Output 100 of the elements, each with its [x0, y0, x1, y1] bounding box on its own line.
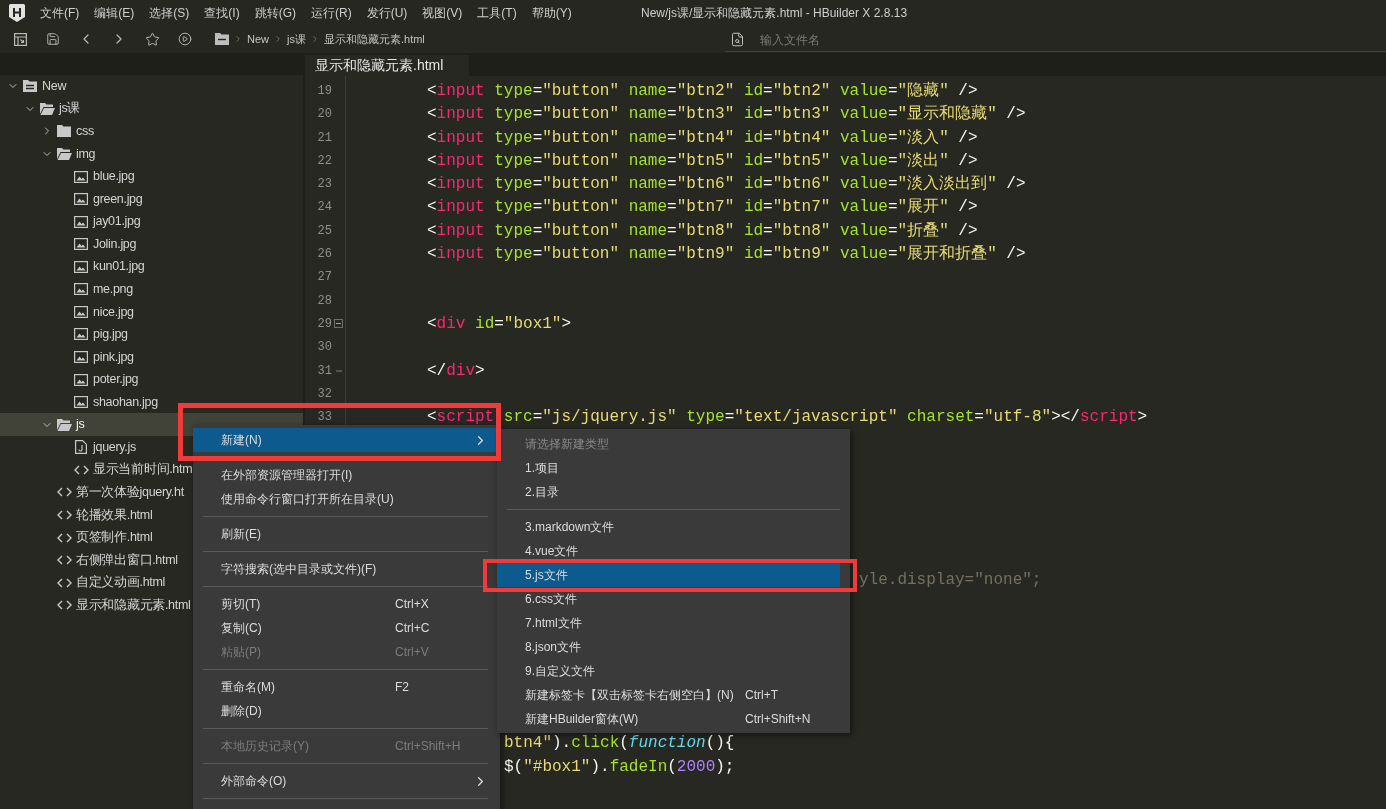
code-icon [56, 487, 72, 498]
code-icon [56, 555, 72, 566]
window-icon[interactable] [13, 32, 27, 46]
menu-item[interactable]: 4.vue文件 [497, 539, 840, 563]
tree-item[interactable]: Jolin.jpg [0, 232, 303, 256]
line-number: 19 [316, 82, 332, 100]
menu-item[interactable]: 重命名(M) F2 [193, 675, 496, 699]
line-number: 20 [316, 106, 332, 124]
menu-item[interactable]: 剪切(T) Ctrl+X [193, 592, 496, 616]
image-icon [74, 328, 88, 341]
code-line: <input type="button" name="btn4" id="btn4" value="淡入" /> [427, 128, 978, 147]
file-icon [75, 440, 87, 455]
image-icon [74, 260, 88, 273]
menu-item[interactable]: 8.json文件 [497, 635, 840, 659]
line-number: 26 [316, 246, 332, 263]
tree-item[interactable]: New [0, 75, 303, 98]
file-search-icon [730, 32, 745, 47]
menu-item[interactable]: 刷新(E) [193, 522, 496, 546]
line-number: 28 [316, 292, 332, 310]
image-icon [74, 170, 88, 183]
image-icon [74, 396, 88, 409]
code-line: </div> [427, 361, 485, 380]
menu-bar-item[interactable]: 帮助(Y) [524, 0, 579, 25]
breadcrumb-item[interactable]: New [247, 30, 269, 48]
code-line: <input type="button" name="btn2" id="btn2" value="隐藏" /> [427, 81, 978, 100]
breadcrumb-item[interactable]: js课 [287, 30, 306, 48]
code-line: <input type="button" name="btn5" id="btn5" value="淡出" /> [427, 151, 978, 170]
code-line: <input type="button" name="btn6" id="btn6" value="淡入淡出到" /> [427, 175, 1026, 194]
menu-bar-item[interactable]: 查找(I) [197, 0, 247, 25]
breadcrumb-item[interactable]: 显示和隐藏元素.html [323, 30, 425, 48]
menu-bar-item[interactable]: 选择(S) [142, 0, 197, 25]
menu-bar-item[interactable]: 文件(F) [33, 0, 87, 25]
menu-item[interactable]: 新建HBuilder窗体(W) Ctrl+Shift+N [497, 707, 840, 731]
menu-item[interactable]: 在外部资源管理器打开(I) [193, 463, 496, 487]
menu-item[interactable]: 使用命令行窗口打开所在目录(U) [193, 487, 496, 511]
line-number: 24 [316, 199, 332, 217]
project-folder-icon [23, 80, 37, 93]
menu-bar-item[interactable]: 视图(V) [415, 0, 470, 25]
chevron-right-icon [233, 34, 243, 44]
tree-item[interactable]: shaohan.jpg [0, 390, 303, 414]
image-icon [74, 238, 88, 251]
code-icon [56, 532, 72, 543]
code-icon [73, 464, 89, 475]
image-icon [74, 305, 88, 318]
tree-item[interactable]: me.png [0, 278, 303, 301]
code-line: $("#box1").fadeIn(2000); [504, 757, 735, 776]
tree-item[interactable]: blue.jpg [0, 165, 303, 188]
collapse-icon[interactable] [334, 319, 343, 329]
folder-icon [57, 125, 71, 138]
menu-bar-item[interactable]: 工具(T) [470, 0, 524, 25]
menu-bar-item[interactable]: 运行(R) [304, 0, 359, 25]
tree-item[interactable]: img [0, 142, 303, 166]
menu-item[interactable]: 3.markdown文件 [497, 515, 840, 539]
code-line: btn4").click(function(){ [504, 734, 735, 753]
line-number: 30 [316, 339, 332, 357]
menu-item[interactable]: 7.html文件 [497, 611, 840, 635]
code-line: <input type="button" name="btn3" id="btn3" value="显示和隐藏" /> [427, 105, 1026, 124]
save-icon[interactable] [46, 32, 60, 46]
tree-item[interactable]: green.jpg [0, 187, 303, 211]
menu-item[interactable]: 复制(C) Ctrl+C [193, 616, 496, 640]
line-number: 22 [316, 152, 332, 170]
tree-item[interactable]: jay01.jpg [0, 210, 303, 233]
image-icon [74, 215, 88, 228]
menu-item[interactable]: 外部命令(O) [193, 769, 496, 793]
menu-item[interactable]: 字符搜索(选中目录或文件)(F) [193, 557, 496, 581]
star-icon[interactable] [144, 31, 160, 47]
menu-item[interactable]: 新建标签卡【双击标签卡右侧空白】(N) Ctrl+T [497, 683, 840, 707]
tree-item[interactable]: css [0, 120, 303, 143]
menu-item[interactable]: 1.项目 [497, 456, 840, 480]
line-number: 29 [316, 315, 332, 333]
chevron-right-icon [273, 34, 283, 44]
tree-item[interactable]: nice.jpg [0, 300, 303, 324]
play-icon[interactable] [178, 32, 192, 46]
code-line: yle.display="none"; [859, 571, 1042, 590]
tree-item[interactable]: poter.jpg [0, 368, 303, 391]
image-icon [74, 351, 88, 364]
image-icon [74, 283, 88, 296]
tree-item[interactable]: pink.jpg [0, 345, 303, 369]
search-field[interactable]: 输入文件名 [725, 28, 1386, 52]
tree-item[interactable]: kun01.jpg [0, 255, 303, 279]
line-number: 27 [316, 269, 332, 287]
editor-tab[interactable]: 显示和隐藏元素.html [305, 55, 469, 76]
tree-item[interactable]: js课 [0, 97, 303, 121]
code-line: <script src="js/jquery.js" type="text/javascript" charset="utf-8"></script> [427, 408, 1148, 427]
line-number: 31 [316, 362, 332, 380]
menu-item[interactable]: 9.自定义文件 [497, 659, 840, 683]
app-logo-icon [9, 3, 25, 22]
image-icon [74, 193, 88, 206]
tree-item[interactable]: pig.jpg [0, 323, 303, 346]
open-folder-icon [56, 147, 72, 160]
code-line: <input type="button" name="btn8" id="btn8" value="折叠" /> [427, 221, 978, 240]
menu-bar-item[interactable]: 跳转(G) [247, 0, 303, 25]
menu-bar-item[interactable]: 编辑(E) [87, 0, 142, 25]
line-number: 23 [316, 176, 332, 194]
menu-item[interactable]: 2.目录 [497, 480, 840, 504]
menu-item[interactable]: 删除(D) [193, 699, 496, 723]
folder-icon [215, 33, 229, 45]
open-folder-icon [39, 102, 55, 115]
menu-bar-item[interactable]: 发行(U) [359, 0, 415, 25]
line-number: 21 [316, 129, 332, 147]
